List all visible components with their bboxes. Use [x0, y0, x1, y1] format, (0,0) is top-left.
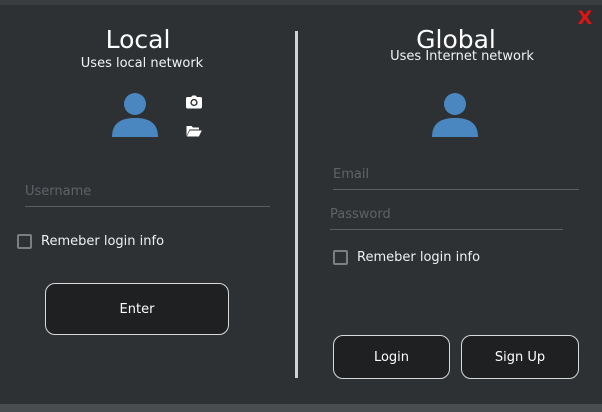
password-field[interactable] — [330, 205, 563, 230]
remember-label: Remeber login info — [41, 234, 165, 249]
login-button[interactable]: Login — [333, 335, 450, 379]
user-avatar-icon — [432, 93, 478, 137]
local-subtitle: Uses local network — [80, 56, 204, 71]
panel-divider — [295, 31, 298, 378]
signup-button[interactable]: Sign Up — [461, 335, 579, 379]
camera-icon[interactable] — [186, 95, 202, 109]
remember-label: Remeber login info — [357, 250, 481, 265]
enter-button[interactable]: Enter — [45, 283, 229, 335]
folder-open-icon[interactable] — [186, 124, 202, 138]
close-button[interactable]: X — [576, 9, 594, 28]
checkbox-box[interactable] — [333, 250, 348, 265]
user-avatar-icon[interactable] — [111, 91, 159, 137]
global-remember-checkbox[interactable]: Remeber login info — [333, 250, 480, 265]
login-window: X Local Uses local network Remeber login… — [0, 0, 602, 412]
email-field[interactable] — [333, 165, 579, 190]
local-title: Local — [105, 25, 171, 54]
global-subtitle: Uses Internet network — [390, 49, 534, 64]
checkbox-box[interactable] — [17, 234, 32, 249]
username-field[interactable] — [25, 182, 270, 207]
local-remember-checkbox[interactable]: Remeber login info — [17, 234, 164, 249]
